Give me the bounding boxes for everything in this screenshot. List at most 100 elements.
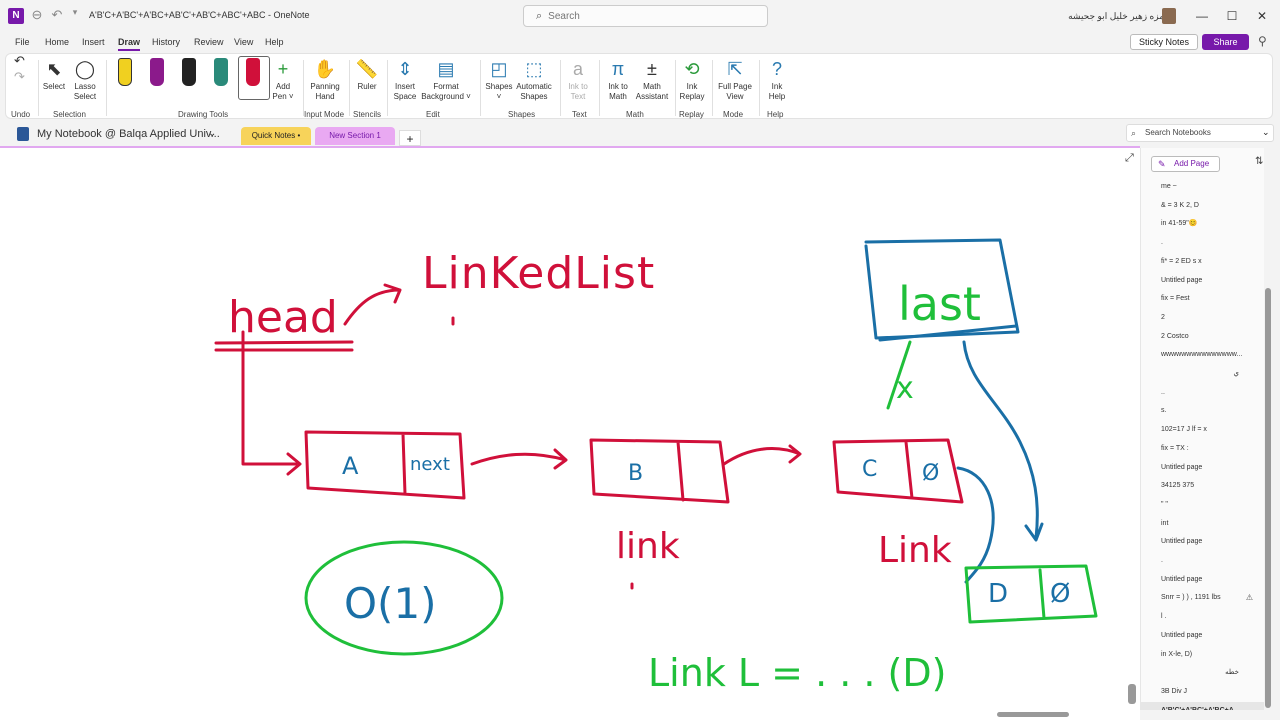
add-section-button[interactable]: + — [399, 130, 421, 146]
redo-icon[interactable]: ↷ — [14, 70, 25, 83]
panning-hand-button[interactable]: ✋ Panning Hand — [306, 58, 344, 102]
lasso-label-2: Select — [73, 92, 97, 101]
search-notebooks-field[interactable]: ⌕ Search Notebooks — [1126, 124, 1274, 142]
sticky-notes-button[interactable]: Sticky Notes — [1130, 34, 1198, 50]
ink-to-text-button[interactable]: a Ink to Text — [564, 58, 592, 102]
notebook-name[interactable]: My Notebook @ Balqa Applied Univ... — [37, 128, 220, 140]
page-list-item[interactable]: me ~ — [1141, 178, 1264, 196]
customize-quick-access-icon[interactable]: ▾ — [66, 7, 84, 18]
full-page-view-button[interactable]: ⇱ Full Page View — [716, 58, 754, 102]
page-list-item[interactable]: fix = TX : — [1141, 440, 1264, 458]
search-box[interactable]: ⌕ — [523, 5, 768, 27]
page-list-item[interactable]: wwwwwwwwwwwwwww... — [1141, 346, 1264, 364]
page-list-item[interactable]: 102=17 J lf = x — [1141, 421, 1264, 439]
ink-replay-button[interactable]: ⟲ Ink Replay — [678, 58, 706, 102]
format-background-button[interactable]: ▤ Format Background ˅ — [420, 58, 472, 102]
page-list-item[interactable]: Untitled page — [1141, 272, 1264, 290]
page-list-item[interactable]: 34125 375 — [1141, 477, 1264, 495]
ink-to-math-button[interactable]: π Ink to Math — [604, 58, 632, 102]
expand-icon[interactable]: ⤢ — [1125, 152, 1134, 165]
tab-draw[interactable]: Draw — [118, 37, 141, 51]
tab-home[interactable]: Home — [45, 37, 69, 47]
canvas-scrollbar-thumb[interactable] — [1128, 684, 1136, 704]
divider — [349, 60, 350, 116]
insert-space-button[interactable]: ⇕ Insert Space — [392, 58, 418, 102]
page-list-item[interactable]: s. — [1141, 402, 1264, 420]
page-list-item[interactable]: 2 — [1141, 309, 1264, 327]
page-list-item[interactable]: Untitled page — [1141, 459, 1264, 477]
search-input[interactable] — [548, 10, 729, 22]
add-pen-button[interactable]: + Add Pen ˅ — [270, 58, 296, 102]
ink-help-button[interactable]: ? Ink Help — [764, 58, 790, 102]
shapes-button[interactable]: ◰ Shapes ˅ — [484, 58, 514, 102]
tab-file[interactable]: File — [15, 37, 30, 47]
page-list-item[interactable]: fi* = 2 ED s x — [1141, 253, 1264, 271]
head-arrow — [343, 283, 402, 326]
page-list-item[interactable]: Untitled page — [1141, 627, 1264, 645]
scrollbar-thumb[interactable] — [1265, 288, 1271, 708]
yellow-highlighter-pen[interactable] — [118, 58, 132, 86]
page-list-item[interactable]: in 41-59"😊 — [1141, 215, 1264, 233]
divider — [480, 60, 481, 116]
teal-pen[interactable] — [214, 58, 228, 86]
page-list-item[interactable]: ي — [1141, 365, 1264, 383]
red-pen[interactable] — [246, 58, 260, 86]
purple-pen[interactable] — [150, 58, 164, 86]
notebook-chevron-icon[interactable]: ⌄ — [208, 128, 216, 139]
page-list-item[interactable]: خطه — [1141, 664, 1264, 682]
tab-view[interactable]: View — [234, 37, 253, 47]
add-page-button[interactable]: ✎ Add Page — [1151, 156, 1220, 172]
undo-icon[interactable]: ↶ — [14, 54, 25, 67]
page-list-item[interactable]: fix = Fest — [1141, 290, 1264, 308]
text-group-label: Text — [572, 110, 587, 119]
tab-review[interactable]: Review — [194, 37, 224, 47]
tab-insert[interactable]: Insert — [82, 37, 105, 47]
page-list-scrollbar[interactable] — [1264, 148, 1274, 710]
page-list-item[interactable]: Snrr = ) ) , 1191 lbs ⚠ — [1141, 589, 1264, 607]
maximize-button[interactable]: ☐ — [1220, 6, 1244, 26]
tab-help[interactable]: Help — [265, 37, 284, 47]
search-scope-chevron-icon[interactable]: ⌄ — [1262, 127, 1270, 138]
page-list-item[interactable]: Untitled page — [1141, 533, 1264, 551]
back-icon[interactable]: ⊖ — [28, 7, 46, 23]
page-list-item[interactable]: & = 3 K 2, D — [1141, 197, 1264, 215]
page-list-item[interactable]: l . — [1141, 608, 1264, 626]
ink-text-link-2: Link — [878, 530, 952, 571]
sort-pages-icon[interactable]: ⇅ — [1255, 156, 1263, 167]
close-button[interactable]: ✕ — [1250, 6, 1274, 26]
ruler-button[interactable]: 📏 Ruler — [354, 58, 380, 92]
undo-quick-icon[interactable]: ↶ — [48, 7, 66, 23]
page-list-item[interactable]: int — [1141, 515, 1264, 533]
minimize-button[interactable]: — — [1190, 6, 1214, 26]
ink-replay-label-1: Ink — [686, 82, 698, 91]
scrollbar-thumb[interactable] — [997, 712, 1069, 717]
page-list-item[interactable]: in X-le, D) — [1141, 646, 1264, 664]
page-title: ي — [1233, 370, 1239, 377]
page-list-item[interactable]: 3B Div J — [1141, 683, 1264, 701]
page-title: . — [1161, 239, 1163, 247]
page-canvas[interactable]: LinKedList head A next B C Ø link Link l… — [0, 146, 1140, 710]
page-list-item[interactable]: .. — [1141, 384, 1264, 402]
page-list-item[interactable]: . — [1141, 552, 1264, 570]
horizontal-scrollbar[interactable] — [0, 710, 1140, 720]
avatar[interactable] — [1162, 8, 1176, 24]
people-icon[interactable]: ⚲ — [1258, 34, 1267, 48]
section-tab-quick-notes[interactable]: Quick Notes • — [241, 127, 311, 145]
select-button[interactable]: ⬉ Select — [42, 58, 66, 92]
user-name[interactable]: حمزه زهير خليل ابو جحيشه — [1068, 11, 1170, 22]
share-button[interactable]: Share — [1202, 34, 1249, 50]
black-pen[interactable] — [182, 58, 196, 86]
tab-history[interactable]: History — [152, 37, 180, 47]
add-page-icon: ✎ — [1158, 159, 1166, 169]
math-assistant-button[interactable]: ± Math Assistant — [634, 58, 670, 102]
section-tab-new-section-1[interactable]: New Section 1 — [315, 127, 395, 145]
page-list-item[interactable]: A'B'C'+A'BC'+A'BC+A... — [1141, 701, 1264, 710]
page-list-item[interactable]: . — [1141, 234, 1264, 252]
automatic-shapes-button[interactable]: ⬚ Automatic Shapes — [514, 58, 554, 102]
page-list-item[interactable]: " " — [1141, 496, 1264, 514]
page-list-item[interactable]: 2 Costco — [1141, 328, 1264, 346]
format-background-label-2: Background ˅ — [421, 92, 471, 101]
lasso-select-button[interactable]: ◯ Lasso Select — [70, 58, 100, 102]
page-list-item[interactable]: Untitled page — [1141, 571, 1264, 589]
hand-icon: ✋ — [313, 59, 337, 79]
